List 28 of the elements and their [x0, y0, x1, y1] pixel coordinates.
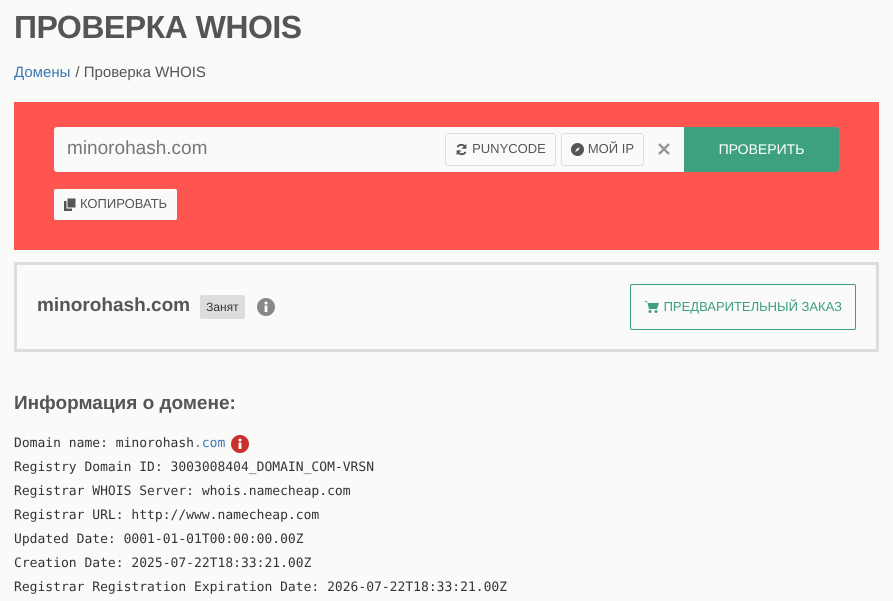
status-label: Занят [200, 294, 245, 318]
refresh-icon [455, 142, 468, 156]
search-field[interactable]: minorohash.com PUNYCODE МОЙ IP ПРОВЕРИТЬ [54, 126, 839, 172]
info-icon [256, 298, 275, 316]
section-heading: Информация о домене: [14, 392, 237, 416]
whois-line: Registrar Registration Expiration Date: 2026-07-22T18:33:21.00Z [14, 579, 508, 597]
whois-line: Registry Domain ID: 3003008404_DOMAIN_COM-VRSN [14, 459, 374, 477]
whois-line: Registrar URL: http://www.namecheap.com [14, 507, 320, 525]
whois-line: Domain name: minorohash.com [14, 435, 226, 453]
info-icon [231, 435, 250, 453]
preorder-button[interactable]: ПРЕДВАРИТЕЛЬНЫЙ ЗАКАЗ [630, 284, 856, 330]
page-title: ПРОВЕРКА WHOIS [14, 8, 303, 46]
compass-icon [570, 142, 584, 156]
domain-name: minorohash.com [37, 294, 190, 318]
punycode-button[interactable]: PUNYCODE [445, 132, 556, 166]
check-button[interactable]: ПРОВЕРИТЬ [684, 126, 839, 172]
copy-icon [64, 198, 76, 210]
whois-line: Creation Date: 2025-07-22T18:33:21.00Z [14, 555, 312, 573]
cart-icon [644, 300, 659, 313]
whois-line: Updated Date: 0001-01-01T00:00:00.00Z [14, 531, 304, 549]
myip-button[interactable]: МОЙ IP [560, 132, 644, 166]
breadcrumb-current: / Проверка WHOIS [75, 63, 206, 83]
clear-icon[interactable] [658, 143, 670, 155]
copy-button[interactable]: КОПИРОВАТЬ [54, 188, 178, 220]
domain-link[interactable]: .com [194, 436, 226, 451]
whois-line: Registrar WHOIS Server: whois.namecheap.com [14, 483, 351, 501]
domain-input[interactable]: minorohash.com [67, 134, 440, 164]
breadcrumb-link[interactable]: Домены [14, 62, 70, 84]
